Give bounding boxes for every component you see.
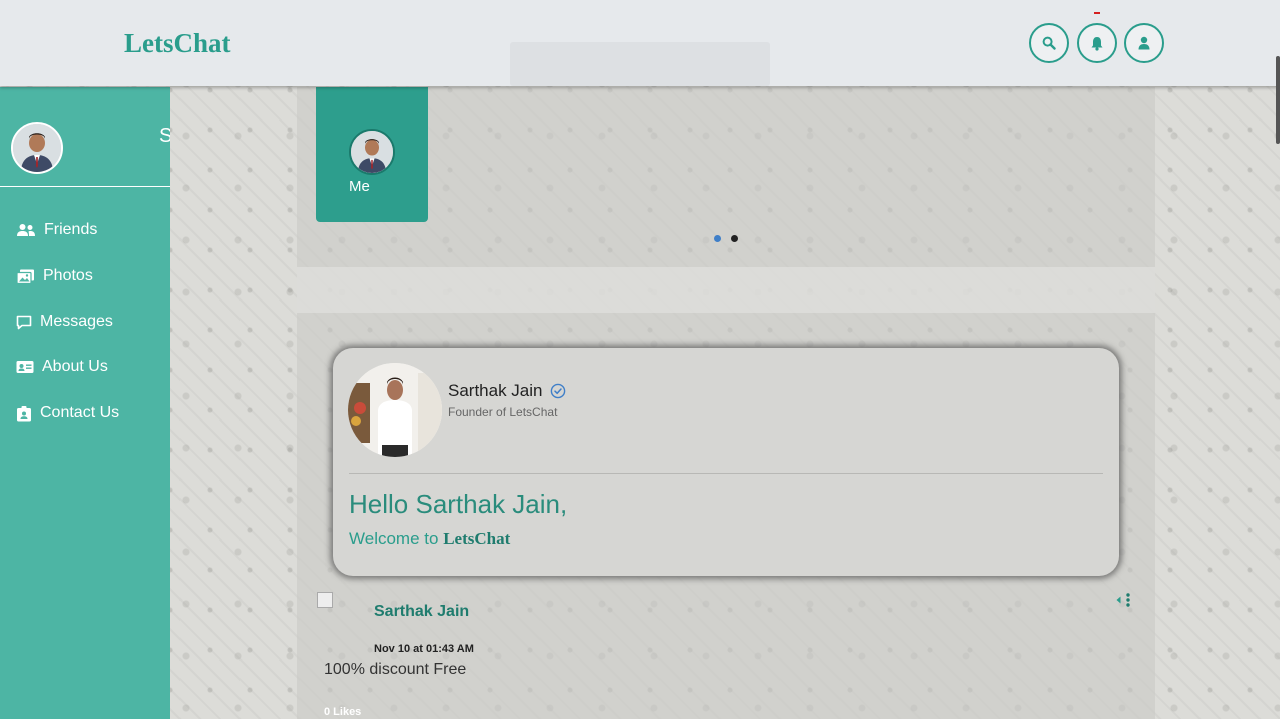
message-icon [16,315,32,329]
caret-left-icon [1116,596,1121,604]
bell-icon [1091,36,1103,51]
profile-name-row: Sarthak Jain [448,381,566,401]
sidebar-divider [0,186,170,187]
top-header: LetsChat [0,0,1280,86]
avatar-portrait [13,124,61,172]
photos-icon [16,269,34,284]
verified-icon [550,383,565,399]
profile-button[interactable] [1124,23,1164,63]
contact-icon [17,405,31,421]
welcome-prefix: Welcome to [349,529,439,548]
header-search-overlay [510,42,770,86]
post-text: 100% discount Free [324,661,467,678]
sidebar-item-label: About Us [42,358,108,375]
profile-divider [349,473,1103,474]
welcome-brand: LetsChat [443,529,511,548]
post-likes[interactable]: 0 Likes [324,706,361,718]
carousel-dot-active[interactable] [714,235,721,242]
app-logo[interactable]: LetsChat [124,28,231,59]
notification-badge [1094,12,1100,14]
sidebar-item-contact-us[interactable]: Contact Us [16,401,119,425]
carousel-dot[interactable] [731,235,738,242]
user-icon [1138,36,1150,50]
kebab-menu-icon [1126,593,1130,607]
search-icon [1042,36,1056,50]
sidebar-avatar[interactable] [11,122,63,174]
notifications-button[interactable] [1077,23,1117,63]
avatar-portrait [351,131,393,173]
greeting-heading: Hello Sarthak Jain, [349,489,568,519]
post-timestamp: Nov 10 at 01:43 AM [374,643,474,655]
post-author-avatar-broken [317,592,333,608]
profile-portrait [348,363,442,457]
sidebar: S Friends Photos Messages About Us Conta… [0,87,170,719]
sidebar-user-name: S [159,125,170,147]
id-card-icon [16,361,34,373]
profile-role: Founder of LetsChat [448,405,558,419]
profile-name[interactable]: Sarthak Jain [448,381,543,401]
post-options-button[interactable] [1116,593,1130,607]
sidebar-item-label: Friends [44,221,98,238]
post-author[interactable]: Sarthak Jain [374,603,469,621]
profile-card: Sarthak Jain Founder of LetsChat Hello S… [333,348,1119,576]
profile-photo[interactable] [348,363,442,457]
users-icon [17,224,35,236]
sidebar-item-photos[interactable]: Photos [16,264,93,288]
my-story-label: Me [349,178,370,195]
sidebar-item-label: Photos [43,267,93,284]
search-button[interactable] [1029,23,1069,63]
sidebar-item-label: Messages [40,313,113,330]
my-story-avatar [349,129,395,175]
sidebar-item-about-us[interactable]: About Us [16,355,108,379]
sidebar-item-label: Contact Us [40,404,120,421]
sidebar-item-messages[interactable]: Messages [16,310,113,334]
my-story-card[interactable]: Me [316,87,428,222]
sidebar-item-friends[interactable]: Friends [16,218,97,242]
welcome-text: Welcome to LetsChat [349,529,510,549]
feed-gap [297,267,1155,313]
page-scrollbar[interactable] [1276,56,1280,144]
